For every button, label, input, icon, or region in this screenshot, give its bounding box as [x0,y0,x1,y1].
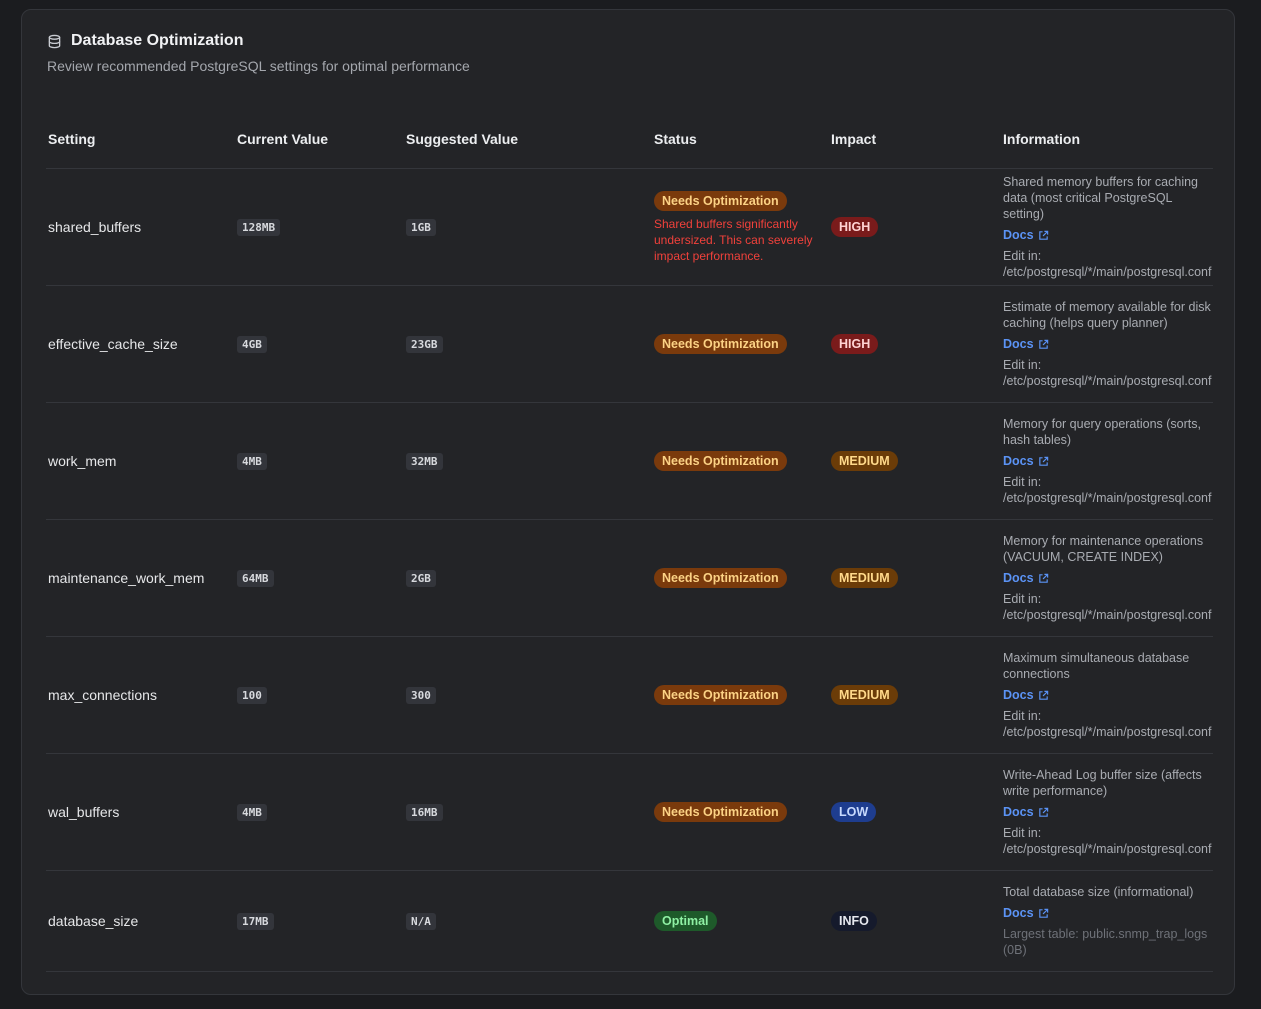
table-row: work_mem 4MB 32MB Needs Optimization MED… [46,402,1213,520]
external-link-icon [1038,456,1049,467]
setting-name: database_size [48,913,139,929]
current-value: 4MB [237,453,267,470]
impact-badge: MEDIUM [831,568,898,588]
page-subtitle: Review recommended PostgreSQL settings f… [47,58,470,74]
column-header-information: Information [1001,131,1213,169]
impact-badge: HIGH [831,334,879,354]
setting-description: Memory for query operations (sorts, hash… [1003,417,1201,447]
setting-description: Memory for maintenance operations (VACUU… [1003,534,1204,564]
column-header-impact: Impact [829,131,1001,169]
docs-link-label: Docs [1003,805,1034,819]
suggested-value: 32MB [406,453,443,470]
external-link-icon [1038,230,1049,241]
status-badge: Needs Optimization [654,451,787,471]
config-file-path: /etc/postgresql/*/main/postgresql.conf [1003,374,1212,388]
config-file-path: /etc/postgresql/*/main/postgresql.conf [1003,491,1212,505]
card-header: Database Optimization Review recommended… [47,32,470,74]
setting-description: Shared memory buffers for caching data (… [1003,175,1199,221]
status-badge: Needs Optimization [654,685,787,705]
setting-name: maintenance_work_mem [48,570,205,586]
column-header-current-value: Current Value [235,131,404,169]
edit-in-label: Edit in: [1003,826,1042,840]
table-header-row: Setting Current Value Suggested Value St… [46,131,1213,169]
suggested-value: 1GB [406,219,436,236]
table-row: max_connections 100 300 Needs Optimizati… [46,636,1213,754]
table-row: effective_cache_size 4GB 23GB Needs Opti… [46,285,1213,403]
suggested-value: 16MB [406,804,443,821]
setting-description: Estimate of memory available for disk ca… [1003,300,1211,330]
docs-link-label: Docs [1003,571,1034,585]
docs-link[interactable]: Docs [1003,337,1049,351]
docs-link-label: Docs [1003,906,1034,920]
docs-link[interactable]: Docs [1003,454,1049,468]
docs-link[interactable]: Docs [1003,688,1049,702]
impact-badge: MEDIUM [831,451,898,471]
edit-in-label: Edit in: [1003,249,1042,263]
docs-link-label: Docs [1003,228,1034,242]
suggested-value: 300 [406,687,436,704]
config-file-path: /etc/postgresql/*/main/postgresql.conf [1003,608,1212,622]
status-badge: Needs Optimization [654,190,787,211]
external-link-icon [1038,690,1049,701]
docs-link-label: Docs [1003,337,1034,351]
config-file-path: /etc/postgresql/*/main/postgresql.conf [1003,842,1212,856]
edit-in-label: Edit in: [1003,358,1042,372]
external-link-icon [1038,908,1049,919]
edit-in-label: Edit in: [1003,592,1042,606]
impact-badge: LOW [831,802,877,822]
page-title: Database Optimization [71,32,244,49]
impact-badge: INFO [831,911,877,931]
table-row: shared_buffers 128MB 1GB Needs Optimizat… [46,168,1213,286]
docs-link[interactable]: Docs [1003,805,1049,819]
docs-link[interactable]: Docs [1003,906,1049,920]
status-badge: Needs Optimization [654,568,787,588]
setting-name: shared_buffers [48,219,142,235]
setting-name: max_connections [48,687,157,703]
column-header-suggested-value: Suggested Value [404,131,652,169]
suggested-value: N/A [406,913,436,930]
external-link-icon [1038,807,1049,818]
status-warning-text: Shared buffers significantly undersized.… [654,216,813,263]
current-value: 100 [237,687,267,704]
current-value: 17MB [237,913,274,930]
status-badge: Needs Optimization [654,802,787,822]
docs-link-label: Docs [1003,454,1034,468]
external-link-icon [1038,573,1049,584]
edit-in-label: Edit in: [1003,475,1042,489]
config-file-path: /etc/postgresql/*/main/postgresql.conf [1003,265,1212,279]
setting-name: effective_cache_size [48,336,178,352]
column-header-setting: Setting [46,131,235,169]
table-row: wal_buffers 4MB 16MB Needs Optimization … [46,753,1213,871]
table-row: maintenance_work_mem 64MB 2GB Needs Opti… [46,519,1213,637]
setting-description: Maximum simultaneous database connection… [1003,651,1190,681]
suggested-value: 23GB [406,336,443,353]
docs-link[interactable]: Docs [1003,571,1049,585]
impact-badge: MEDIUM [831,685,898,705]
setting-name: wal_buffers [48,804,120,820]
current-value: 4MB [237,804,267,821]
current-value: 64MB [237,570,274,587]
current-value: 4GB [237,336,267,353]
database-optimization-card: Database Optimization Review recommended… [21,9,1235,995]
database-icon [47,34,62,49]
setting-description: Total database size (informational) [1003,885,1194,899]
settings-table: Setting Current Value Suggested Value St… [46,131,1213,972]
impact-badge: HIGH [831,217,879,237]
largest-table-text: Largest table: public.snmp_trap_logs (0B… [1003,927,1208,957]
setting-name: work_mem [48,453,117,469]
docs-link[interactable]: Docs [1003,228,1049,242]
current-value: 128MB [237,219,281,236]
setting-description: Write-Ahead Log buffer size (affects wri… [1003,768,1202,798]
title-row: Database Optimization [47,32,470,50]
config-file-path: /etc/postgresql/*/main/postgresql.conf [1003,725,1212,739]
edit-in-label: Edit in: [1003,709,1042,723]
external-link-icon [1038,339,1049,350]
suggested-value: 2GB [406,570,436,587]
status-badge: Optimal [654,911,717,931]
column-header-status: Status [652,131,829,169]
table-row: database_size 17MB N/A Optimal INFO Tota… [46,870,1213,972]
docs-link-label: Docs [1003,688,1034,702]
status-badge: Needs Optimization [654,334,787,354]
